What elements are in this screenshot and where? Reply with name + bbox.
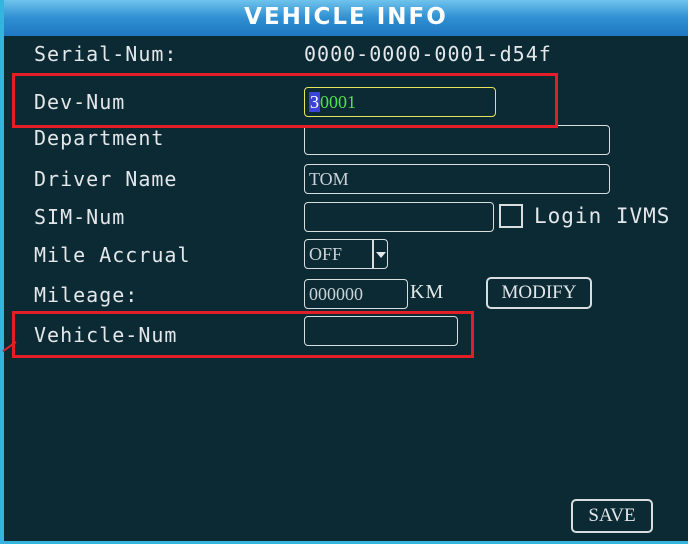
- mileage-label: Mileage:: [34, 283, 139, 307]
- chevron-down-icon[interactable]: [372, 239, 388, 269]
- mileage-field[interactable]: 000000: [304, 279, 408, 309]
- login-ivms-checkbox[interactable]: [499, 204, 523, 228]
- department-field[interactable]: [304, 125, 610, 155]
- vehicle-num-highlight: [12, 311, 474, 358]
- mile-accrual-select[interactable]: OFF: [304, 239, 374, 269]
- mileage-unit: KM: [410, 281, 445, 303]
- serial-num-value: 0000-0000-0001-d54f: [304, 42, 552, 66]
- page-title: VEHICLE INFO: [244, 4, 448, 30]
- department-label: Department: [34, 126, 165, 150]
- driver-name-label: Driver Name: [34, 167, 178, 191]
- sim-num-label: SIM-Num: [34, 205, 126, 229]
- mile-accrual-label: Mile Accrual: [34, 243, 191, 267]
- modify-button[interactable]: MODIFY: [486, 277, 592, 309]
- save-button[interactable]: SAVE: [571, 499, 653, 533]
- driver-name-field[interactable]: TOM: [304, 164, 610, 194]
- title-bar: VEHICLE INFO: [4, 0, 688, 36]
- login-ivms-label: Login IVMS: [534, 204, 671, 228]
- sim-num-field[interactable]: [304, 202, 494, 232]
- serial-num-label: Serial-Num:: [34, 42, 178, 66]
- dev-num-highlight: [12, 73, 558, 128]
